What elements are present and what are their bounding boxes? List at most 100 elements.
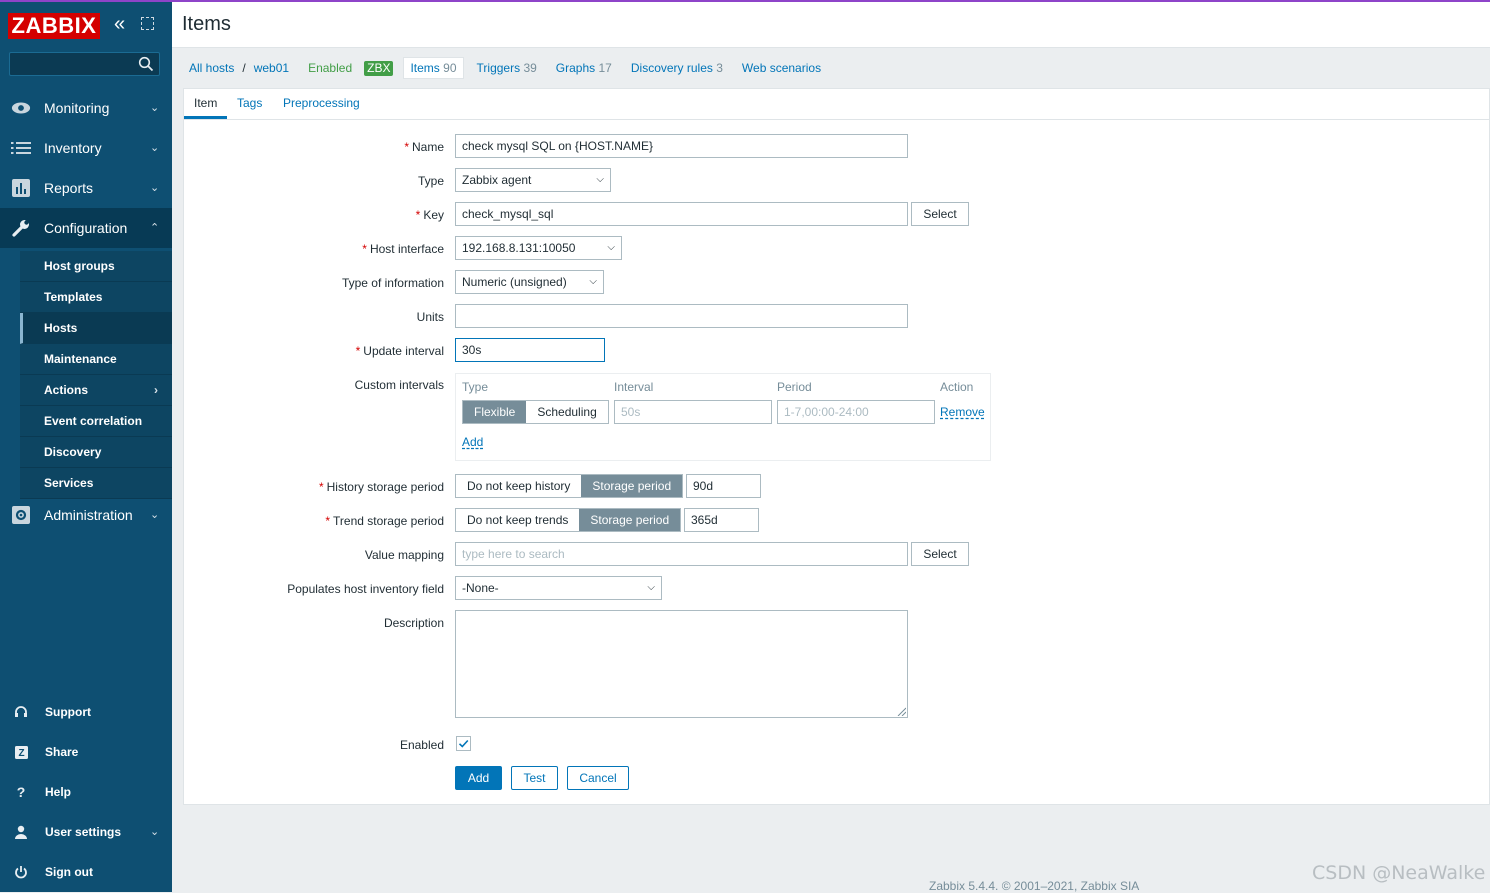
type-of-information-select[interactable]: Numeric (unsigned) ⌵ (455, 270, 604, 294)
cancel-button[interactable]: Cancel (567, 766, 629, 790)
breadcrumb-separator: / (242, 61, 246, 75)
enabled-checkbox[interactable] (456, 736, 471, 751)
search-icon[interactable] (138, 56, 154, 72)
units-input[interactable] (455, 304, 908, 328)
kiosk-mode-icon[interactable] (141, 17, 154, 30)
chevron-down-icon: ⌄ (150, 182, 160, 194)
add-button[interactable]: Add (455, 766, 502, 790)
required-marker: * (355, 344, 361, 358)
collapse-sidebar-icon[interactable]: « (114, 14, 125, 34)
menu-help[interactable]: ? Help (0, 772, 172, 812)
host-nav-discovery-rules[interactable]: Discovery rules 3 (631, 61, 723, 75)
history-storage-label: * History storage period (318, 480, 444, 494)
required-marker: * (362, 242, 367, 256)
submenu-hosts[interactable]: Hosts (20, 313, 172, 344)
breadcrumb-host[interactable]: web01 (254, 61, 289, 75)
menu-share[interactable]: Z Share (0, 732, 172, 772)
description-textarea[interactable] (455, 610, 908, 718)
chevron-down-icon: ⌄ (150, 102, 160, 114)
headset-icon (12, 703, 30, 721)
submenu-event-correlation[interactable]: Event correlation (20, 406, 172, 437)
menu-share-label: Share (45, 745, 79, 759)
required-marker: * (415, 208, 421, 222)
ci-flexible-option[interactable]: Flexible (463, 401, 527, 423)
value-mapping-select-button[interactable]: Select (911, 542, 969, 566)
trend-storage-period-option[interactable]: Storage period (579, 509, 681, 531)
power-icon (12, 863, 30, 881)
description-label: Description (383, 616, 444, 630)
host-nav-triggers[interactable]: Triggers 39 (477, 61, 537, 75)
test-button[interactable]: Test (511, 766, 558, 790)
wrench-icon (11, 218, 31, 238)
menu-configuration-label: Configuration (44, 220, 128, 236)
resize-handle-icon[interactable] (896, 706, 906, 716)
key-input[interactable]: check_mysql_sql (455, 202, 908, 226)
key-label: * Key (415, 208, 444, 222)
ci-interval-input[interactable]: 50s (614, 400, 772, 424)
host-status: Enabled (308, 61, 353, 75)
tab-preprocessing[interactable]: Preprocessing (273, 89, 370, 119)
type-of-information-label: Type of information (341, 276, 444, 290)
host-nav-items-count: 90 (443, 61, 457, 75)
history-period-input[interactable]: 90d (686, 474, 761, 498)
update-interval-input[interactable]: 30s (455, 338, 605, 362)
menu-sign-out[interactable]: Sign out (0, 852, 172, 892)
chevron-down-icon: ⌵ (596, 174, 604, 185)
chevron-down-icon: ⌵ (589, 276, 597, 287)
required-marker: * (325, 514, 331, 528)
sidebar-search-input[interactable] (9, 52, 160, 76)
menu-inventory-label: Inventory (44, 140, 102, 156)
menu-reports-label: Reports (44, 180, 94, 196)
host-nav-items[interactable]: Items 90 (403, 57, 464, 79)
page-footer: Zabbix 5.4.4. © 2001–2021, Zabbix SIA (929, 879, 1140, 893)
menu-monitoring[interactable]: Monitoring ⌄ (0, 88, 172, 128)
ci-add-link[interactable]: Add (462, 435, 483, 449)
value-mapping-input[interactable]: type here to search (455, 542, 908, 566)
list-icon (11, 138, 31, 158)
ci-remove-link[interactable]: Remove (940, 405, 985, 419)
menu-configuration[interactable]: Configuration ⌃ (0, 208, 172, 248)
zabbix-logo[interactable]: ZABBIX (8, 13, 100, 39)
ci-scheduling-option[interactable]: Scheduling (526, 401, 607, 423)
inventory-field-select[interactable]: -None- ⌵ (455, 576, 662, 600)
menu-support[interactable]: Support (0, 692, 172, 732)
ci-col-action: Action (940, 380, 974, 394)
host-nav-graphs-count: 17 (598, 61, 612, 75)
value-mapping-label: Value mapping (364, 548, 444, 562)
host-navigation: All hosts / web01 Enabled ZBX Items 90 T… (183, 56, 1490, 80)
ci-col-type: Type (462, 380, 489, 394)
page-title: Items (182, 13, 231, 35)
ci-col-interval: Interval (614, 380, 654, 394)
submenu-discovery[interactable]: Discovery (20, 437, 172, 468)
menu-inventory[interactable]: Inventory ⌄ (0, 128, 172, 168)
custom-intervals-label: Custom intervals (354, 378, 444, 392)
breadcrumb-all-hosts[interactable]: All hosts (189, 61, 234, 75)
submenu-actions[interactable]: Actions › (20, 375, 172, 406)
key-select-button[interactable]: Select (911, 202, 969, 226)
menu-user-settings[interactable]: User settings ⌄ (0, 812, 172, 852)
host-nav-graphs[interactable]: Graphs 17 (556, 61, 612, 75)
user-icon (12, 823, 30, 841)
menu-reports[interactable]: Reports ⌄ (0, 168, 172, 208)
submenu-templates[interactable]: Templates (20, 282, 172, 313)
menu-administration-label: Administration (44, 507, 133, 523)
type-select[interactable]: Zabbix agent ⌵ (455, 168, 611, 192)
trend-do-not-keep-option[interactable]: Do not keep trends (456, 509, 579, 531)
type-select-value: Zabbix agent (462, 173, 532, 187)
menu-help-label: Help (45, 785, 72, 799)
submenu-host-groups[interactable]: Host groups (20, 251, 172, 282)
ci-period-input[interactable]: 1-7,00:00-24:00 (777, 400, 935, 424)
tab-item[interactable]: Item (184, 89, 228, 119)
tab-tags[interactable]: Tags (227, 89, 272, 119)
host-interface-label: * Host interface (362, 242, 444, 256)
trend-storage-toggle: Do not keep trends Storage period (455, 508, 682, 532)
host-interface-select[interactable]: 192.168.8.131:10050 ⌵ (455, 236, 622, 260)
history-do-not-keep-option[interactable]: Do not keep history (456, 475, 581, 497)
history-storage-period-option[interactable]: Storage period (581, 475, 683, 497)
menu-administration[interactable]: Administration ⌄ (0, 495, 172, 535)
submenu-maintenance[interactable]: Maintenance (20, 344, 172, 375)
trend-period-input[interactable]: 365d (684, 508, 759, 532)
bar-chart-icon (11, 178, 31, 198)
name-input[interactable]: check mysql SQL on {HOST.NAME} (455, 134, 908, 158)
host-nav-web-scenarios[interactable]: Web scenarios (742, 61, 821, 75)
